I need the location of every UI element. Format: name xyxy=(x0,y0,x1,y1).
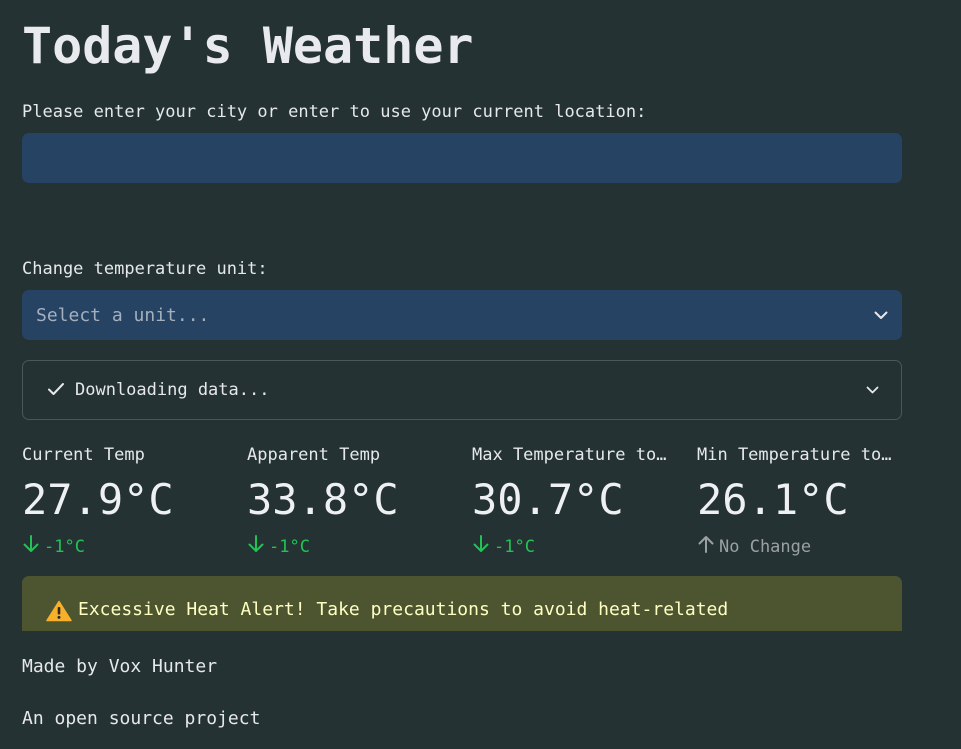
metric-min-temp: Min Temperature to… 26.1°C No Change xyxy=(697,444,907,560)
unit-select-placeholder: Select a unit... xyxy=(36,304,210,326)
metric-value: 30.7°C xyxy=(472,475,624,524)
metric-value: 26.1°C xyxy=(697,475,849,524)
city-input-label: Please enter your city or enter to use y… xyxy=(22,102,647,122)
footer-credit: Made by Vox Hunter xyxy=(22,656,218,677)
metric-apparent-temp: Apparent Temp 33.8°C -1°C xyxy=(247,444,457,560)
metric-label: Max Temperature to… xyxy=(472,445,667,465)
metric-value: 33.8°C xyxy=(247,475,399,524)
arrow-down-icon xyxy=(247,534,265,560)
metric-delta: -1°C xyxy=(472,534,682,560)
chevron-down-icon xyxy=(866,386,879,394)
metric-delta-text: No Change xyxy=(719,537,812,557)
unit-select-label: Change temperature unit: xyxy=(22,259,268,279)
metric-delta-text: -1°C xyxy=(44,537,85,557)
heat-alert-banner: Excessive Heat Alert! Take precautions t… xyxy=(22,576,902,631)
check-icon xyxy=(47,381,65,400)
metric-delta: -1°C xyxy=(247,534,457,560)
metric-label: Min Temperature to… xyxy=(697,445,892,465)
metric-label: Current Temp xyxy=(22,445,145,465)
metric-delta: -1°C xyxy=(22,534,232,560)
arrow-down-icon xyxy=(22,534,40,560)
arrow-up-icon xyxy=(697,534,715,560)
chevron-down-icon xyxy=(874,311,888,320)
metric-delta: No Change xyxy=(697,534,907,560)
metric-max-temp: Max Temperature to… 30.7°C -1°C xyxy=(472,444,682,560)
footer-project: An open source project xyxy=(22,708,261,729)
status-text: Downloading data... xyxy=(75,380,270,400)
unit-select[interactable]: Select a unit... xyxy=(22,290,902,340)
page-title: Today's Weather xyxy=(22,17,474,75)
metric-current-temp: Current Temp 27.9°C -1°C xyxy=(22,444,232,560)
metric-delta-text: -1°C xyxy=(494,537,535,557)
metric-delta-text: -1°C xyxy=(269,537,310,557)
warning-icon xyxy=(46,600,72,626)
heat-alert-text: Excessive Heat Alert! Take precautions t… xyxy=(78,599,729,620)
status-expander[interactable]: Downloading data... xyxy=(22,360,902,420)
metric-label: Apparent Temp xyxy=(247,445,381,465)
arrow-down-icon xyxy=(472,534,490,560)
metric-value: 27.9°C xyxy=(22,475,174,524)
city-input[interactable] xyxy=(22,133,902,183)
